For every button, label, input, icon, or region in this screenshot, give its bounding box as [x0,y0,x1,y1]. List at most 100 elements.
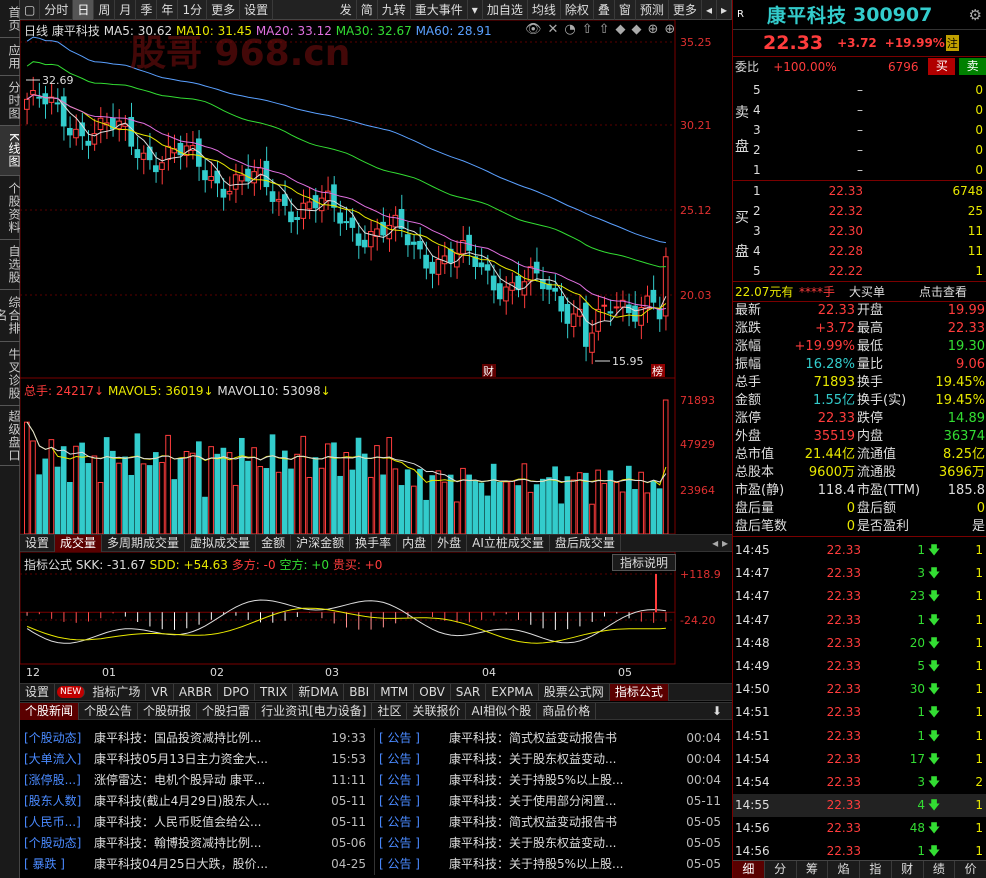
toolbar-left-4[interactable]: 季 [136,0,158,20]
buy-button[interactable]: 买 [928,58,956,75]
bottom-tab-5[interactable]: 财 [892,861,924,878]
vol_tabs-6[interactable]: 换手率 [350,534,398,552]
ind_tabs-13[interactable]: 股票公式网 [539,683,610,701]
big-order-link[interactable]: 点击查看 [919,282,967,301]
kline-chart-area[interactable]: 35.25 30.21 25.12 20.03 71893 47929 23964 +118.… [19,19,732,701]
ind_tabs-8[interactable]: BBI [344,683,376,701]
news_left-title[interactable]: 康平科技：翰博投资减持比例... [94,833,316,854]
bottom-tab-3[interactable]: 焰 [828,861,860,878]
nav-item-4[interactable]: 个股资料 [0,176,21,240]
toolbar-right-0[interactable]: 发 [336,0,357,20]
toolbar-right-1[interactable]: 简 [357,0,378,20]
ind_tabs-9[interactable]: MTM [375,683,415,701]
toolbar-right-8[interactable]: 叠 [594,0,615,20]
toolbar-right-10[interactable]: 预测 [636,0,669,20]
bottom-tab-7[interactable]: 价 [955,861,986,878]
vol_tabs-0[interactable]: 设置 [20,534,56,552]
news_left-row[interactable]: [个股动态] 康平科技：国品投资减持比例... 19:33 [24,728,374,749]
toolbar-right-11[interactable]: 更多 [669,0,702,20]
nav-item-0[interactable]: 首页 [0,0,21,38]
news_left-row[interactable]: [个股动态] 康平科技：翰博投资减持比例... 05-06 [24,833,374,854]
news_right-row[interactable]: [ 公告 ] 康平科技：关于持股5%以上股... 00:04 [379,770,732,791]
news_tabs-3[interactable]: 个股扫雷 [197,702,257,720]
ind_tabs-0[interactable]: 设置 [20,683,56,701]
toolbar-right-12[interactable]: ◂ [702,0,717,20]
order-row[interactable]: 4 – 0 [733,100,986,120]
news_tabs-6[interactable]: 关联报价 [407,702,467,720]
news_right-row[interactable]: [ 公告 ] 康平科技：简式权益变动报告书 05-05 [379,812,732,833]
kline-svg[interactable]: 35.25 30.21 25.12 20.03 71893 47929 23964 +118.… [19,19,732,680]
vol-tab-nav-icons[interactable]: ◂ ▸ [712,536,732,550]
news_right-title[interactable]: 康平科技：关于股东权益变动... [449,833,671,854]
news_right-title[interactable]: 康平科技：关于使用部分闲置... [449,791,671,812]
nav-item-1[interactable]: 应用 [0,38,21,76]
order-row[interactable]: 1 – 0 [733,160,986,180]
bottom-tab-0[interactable]: 细 [733,861,765,878]
news_left-row[interactable]: [涨停股...] 涨停雷达：电机个股异动 康平... 11:11 [24,770,374,791]
order-row[interactable]: 3 22.30 11 [733,221,986,241]
bottom-tab-6[interactable]: 绩 [924,861,956,878]
ind_tabs-11[interactable]: SAR [451,683,487,701]
news_tabs-4[interactable]: 行业资讯[电力设备] [256,702,373,720]
nav-item-7[interactable]: 牛叉诊股 [0,342,21,406]
bottom-tab-2[interactable]: 筹 [797,861,829,878]
news_right-title[interactable]: 康平科技：关于持股5%以上股... [449,854,671,875]
news_left-title[interactable]: 涨停雷达：电机个股异动 康平... [94,770,316,791]
nav-item-2[interactable]: 分时图 [0,76,21,126]
vol_tabs-8[interactable]: 外盘 [432,534,468,552]
news_right-row[interactable]: [ 公告 ] 康平科技：关于股东权益变动... 05-05 [379,833,732,854]
order-row[interactable]: 1 22.33 6748 [733,181,986,201]
toolbar-right-6[interactable]: 均线 [528,0,561,20]
toolbar-left-5[interactable]: 年 [157,0,179,20]
ind_tabs-7[interactable]: 新DMA [293,683,345,701]
ind_tabs-12[interactable]: EXPMA [486,683,539,701]
toolbar-left-1[interactable]: 日 [73,0,95,20]
news_tabs-5[interactable]: 社区 [372,702,408,720]
toolbar-right-5[interactable]: 加自选 [483,0,528,20]
news_right-row[interactable]: [ 公告 ] 康平科技：关于持股5%以上股... 05-05 [379,854,732,875]
ind_tabs-3[interactable]: VR [146,683,174,701]
news_left-title[interactable]: 康平科技05月13日主力资金大... [94,749,316,770]
vol_tabs-1[interactable]: 成交量 [55,534,103,552]
vol_tabs-10[interactable]: 盘后成交量 [550,534,621,552]
ind_tabs-6[interactable]: TRIX [255,683,294,701]
news_left-row[interactable]: [人民币...] 康平科技：人民币贬值会给公... 05-11 [24,812,374,833]
ind_tabs-2[interactable]: 指标广场 [87,683,147,701]
vol_tabs-7[interactable]: 内盘 [397,534,433,552]
toolbar-checkbox[interactable]: ▢ [20,0,41,20]
news_right-row[interactable]: [ 公告 ] 康平科技：关于股东权益变动... 00:04 [379,749,732,770]
vol_tabs-9[interactable]: AI立桩成交量 [467,534,550,552]
ind_tabs-4[interactable]: ARBR [174,683,219,701]
ind_tabs-1[interactable]: NEW [57,686,86,698]
news_right-title[interactable]: 康平科技：简式权益变动报告书 [449,728,671,749]
gear-icon[interactable]: ⚙ [969,6,982,24]
news_left-row[interactable]: [大单流入] 康平科技05月13日主力资金大... 15:53 [24,749,374,770]
news_tabs-8[interactable]: 商品价格 [537,702,597,720]
news_left-row[interactable]: [股东人数] 康平科技(截止4月29日)股东人... 05-11 [24,791,374,812]
toolbar-left-8[interactable]: 设置 [240,0,274,20]
news_left-row[interactable]: [ 暴跌 ] 康平科技04月25日大跌，股价... 04-25 [24,854,374,875]
news_right-row[interactable]: [ 公告 ] 康平科技：简式权益变动报告书 00:04 [379,728,732,749]
order-row[interactable]: 4 22.28 11 [733,241,986,261]
order-row[interactable]: 5 22.22 1 [733,261,986,281]
toolbar-right-9[interactable]: 窗 [615,0,636,20]
toolbar-left-0[interactable]: 分时 [40,0,74,20]
news_left-title[interactable]: 康平科技(截止4月29日)股东人... [94,791,316,812]
nav-item-6[interactable]: 综合排名 [0,290,21,342]
toolbar-right-7[interactable]: 除权 [561,0,594,20]
bottom-tab-1[interactable]: 分 [765,861,797,878]
news_tabs-1[interactable]: 个股公告 [79,702,139,720]
news_tabs-2[interactable]: 个股研报 [138,702,198,720]
ind_tabs-14[interactable]: 指标公式 [609,683,669,701]
toolbar-left-7[interactable]: 更多 [207,0,241,20]
toolbar-right-13[interactable]: ▸ [717,0,732,20]
order-row[interactable]: 2 22.32 25 [733,201,986,221]
vol_tabs-2[interactable]: 多周期成交量 [102,534,186,552]
nav-item-8[interactable]: 超级盘口 [0,406,21,466]
news_tabs-0[interactable]: 个股新闻 [20,702,80,720]
order-row[interactable]: 3 – 0 [733,120,986,140]
nav-item-3[interactable]: K线图 [0,126,21,176]
ind_tabs-5[interactable]: DPO [218,683,255,701]
toolbar-left-6[interactable]: 1分 [178,0,208,20]
vol_tabs-4[interactable]: 金额 [256,534,292,552]
